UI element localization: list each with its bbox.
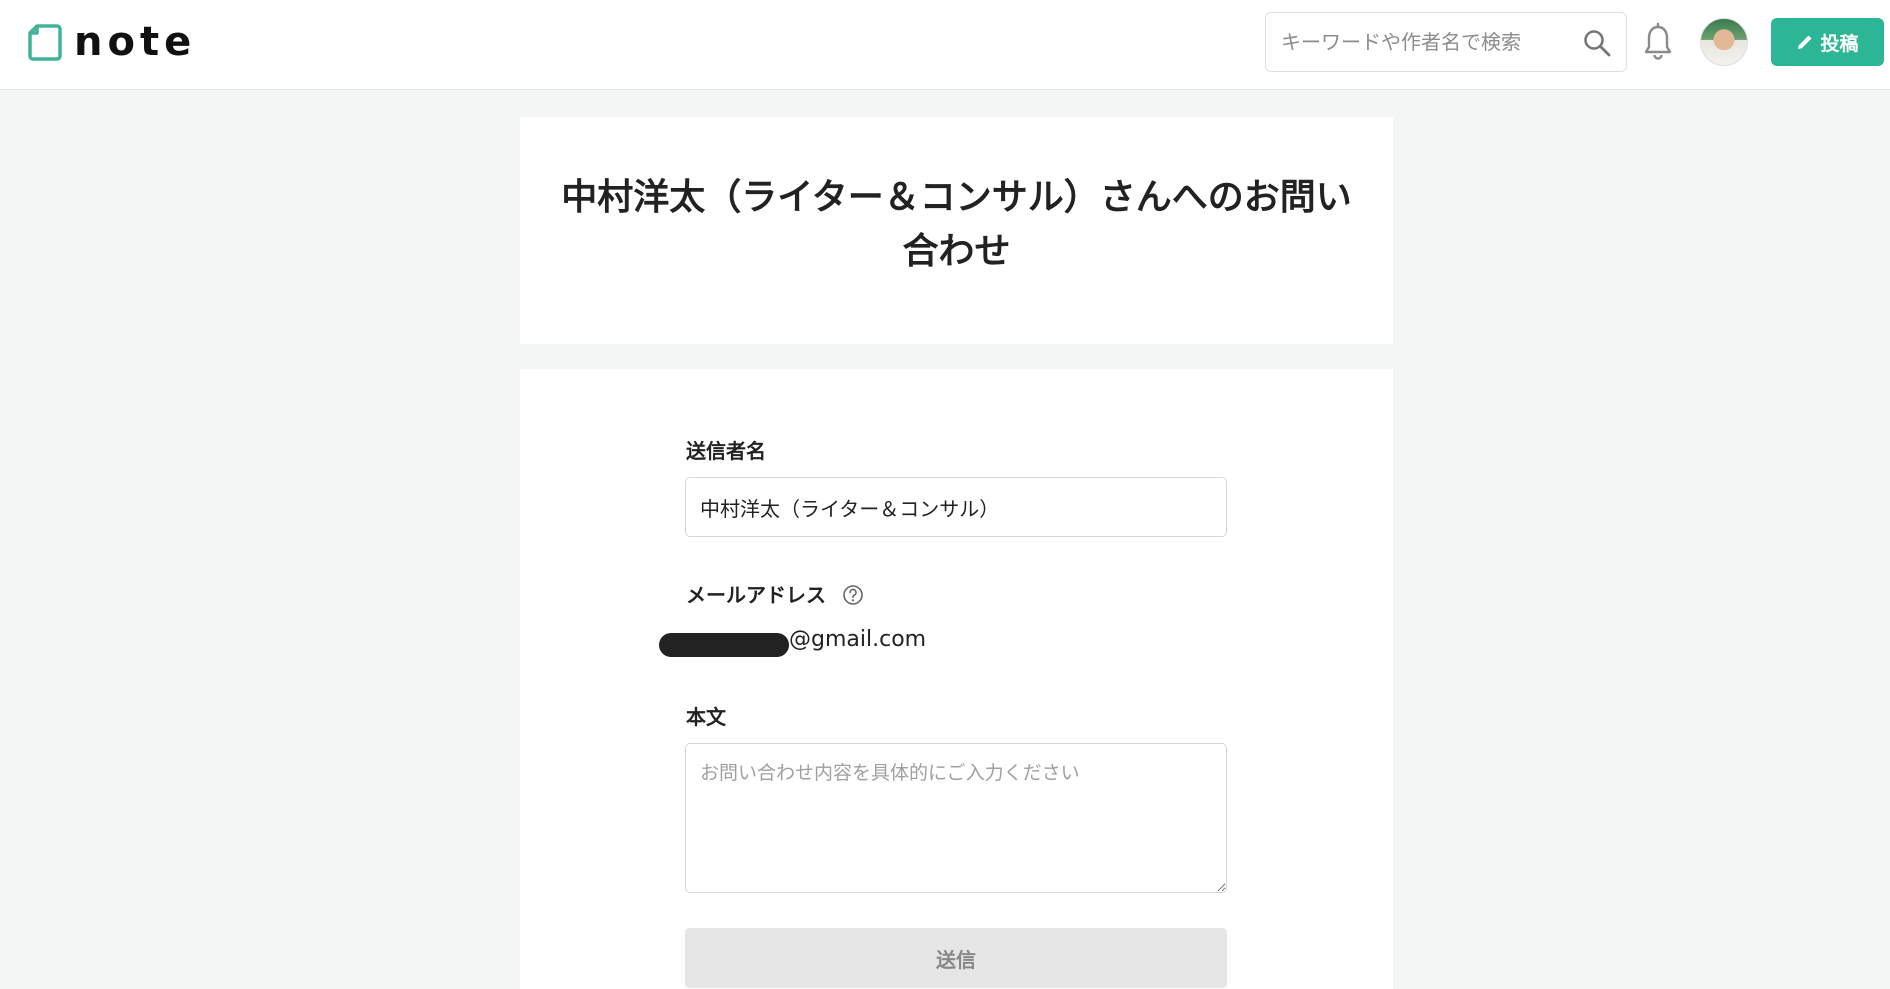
post-button-label: 投稿 bbox=[1820, 32, 1859, 55]
post-button[interactable]: 投稿 bbox=[1771, 18, 1884, 66]
logo-text: note bbox=[74, 19, 197, 65]
body-textarea[interactable] bbox=[685, 743, 1227, 893]
email-domain: @gmail.com bbox=[789, 627, 927, 652]
pencil-icon bbox=[1798, 35, 1812, 49]
user-avatar[interactable] bbox=[1700, 18, 1748, 66]
search-icon[interactable] bbox=[1582, 28, 1612, 58]
send-button[interactable]: 送信 bbox=[685, 928, 1227, 988]
body-label: 本文 bbox=[686, 705, 726, 729]
note-logo-icon bbox=[28, 24, 62, 61]
email-redaction bbox=[659, 633, 789, 657]
note-logo[interactable]: note bbox=[28, 22, 196, 62]
help-icon[interactable] bbox=[842, 584, 864, 606]
title-card: 中村洋太（ライター＆コンサル）さんへのお問い合わせ bbox=[520, 117, 1393, 344]
top-header: note 投稿 bbox=[0, 0, 1890, 90]
search-input[interactable] bbox=[1267, 14, 1567, 70]
page-title: 中村洋太（ライター＆コンサル）さんへのお問い合わせ bbox=[561, 177, 1352, 272]
contact-form: 送信者名 メールアドレス @gmail.com 本文 送信 bbox=[520, 369, 1393, 989]
sender-name-input[interactable] bbox=[685, 477, 1227, 537]
email-label: メールアドレス bbox=[686, 583, 826, 607]
search-box bbox=[1265, 12, 1627, 72]
sender-name-label: 送信者名 bbox=[686, 439, 766, 463]
bell-icon[interactable] bbox=[1642, 22, 1674, 62]
